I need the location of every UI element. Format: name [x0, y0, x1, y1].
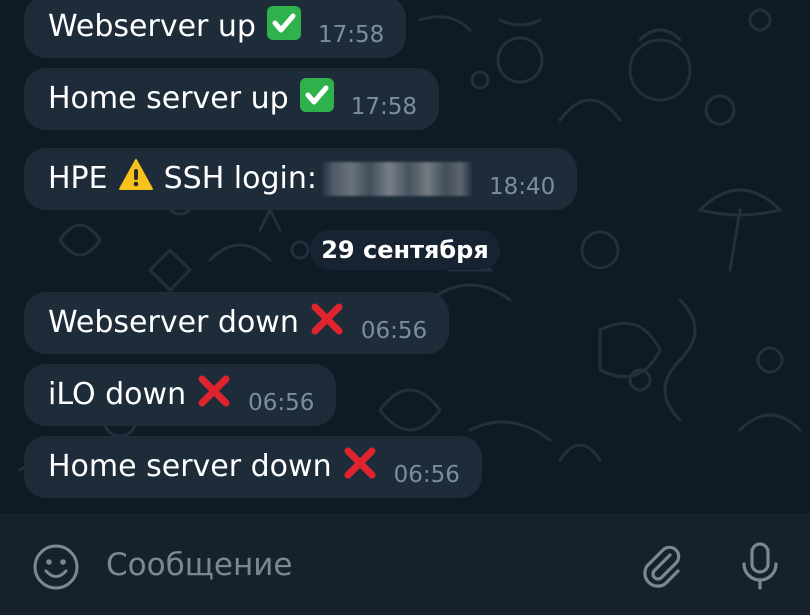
cross-mark-icon	[309, 301, 345, 345]
message-bubble[interactable]: HPE SSH login: 18:40	[24, 148, 578, 210]
check-mark-icon	[299, 77, 335, 121]
paperclip-icon[interactable]	[636, 541, 686, 595]
message-input[interactable]	[104, 542, 608, 588]
warning-icon	[118, 158, 154, 200]
message-bubble[interactable]: Webserver up 17:58	[24, 0, 407, 58]
message-bubble[interactable]: iLO down 06:56	[24, 364, 337, 426]
message-bubble[interactable]: Home server up 17:58	[24, 68, 439, 130]
check-mark-icon	[266, 5, 302, 49]
message-text: HPE	[48, 161, 108, 196]
smiley-icon[interactable]	[32, 543, 80, 595]
message-text: iLO down	[48, 377, 187, 412]
message-time: 06:56	[248, 390, 315, 416]
date-separator: 29 сентября	[310, 230, 500, 270]
message-time: 17:58	[317, 22, 385, 48]
message-text: Webserver down	[48, 305, 299, 340]
message-text: Home server up	[48, 81, 289, 116]
chat-area[interactable]: Webserver up 17:58 Home server up 17:58 …	[0, 0, 810, 513]
microphone-icon[interactable]	[738, 541, 782, 595]
message-time: 06:56	[393, 462, 460, 488]
cross-mark-icon	[342, 445, 378, 489]
message-time: 18:40	[488, 174, 556, 200]
cross-mark-icon	[196, 373, 232, 417]
message-bubble[interactable]: Home server down 06:56	[24, 436, 482, 498]
message-text: Webserver up	[48, 9, 256, 44]
message-composer	[0, 513, 810, 615]
message-time: 06:56	[360, 318, 428, 344]
message-time: 17:58	[350, 94, 417, 120]
redacted-login	[320, 162, 473, 196]
message-text-continued: SSH login:	[163, 161, 317, 196]
message-text: Home server down	[48, 449, 332, 484]
message-bubble[interactable]: Webserver down 06:56	[24, 292, 450, 354]
